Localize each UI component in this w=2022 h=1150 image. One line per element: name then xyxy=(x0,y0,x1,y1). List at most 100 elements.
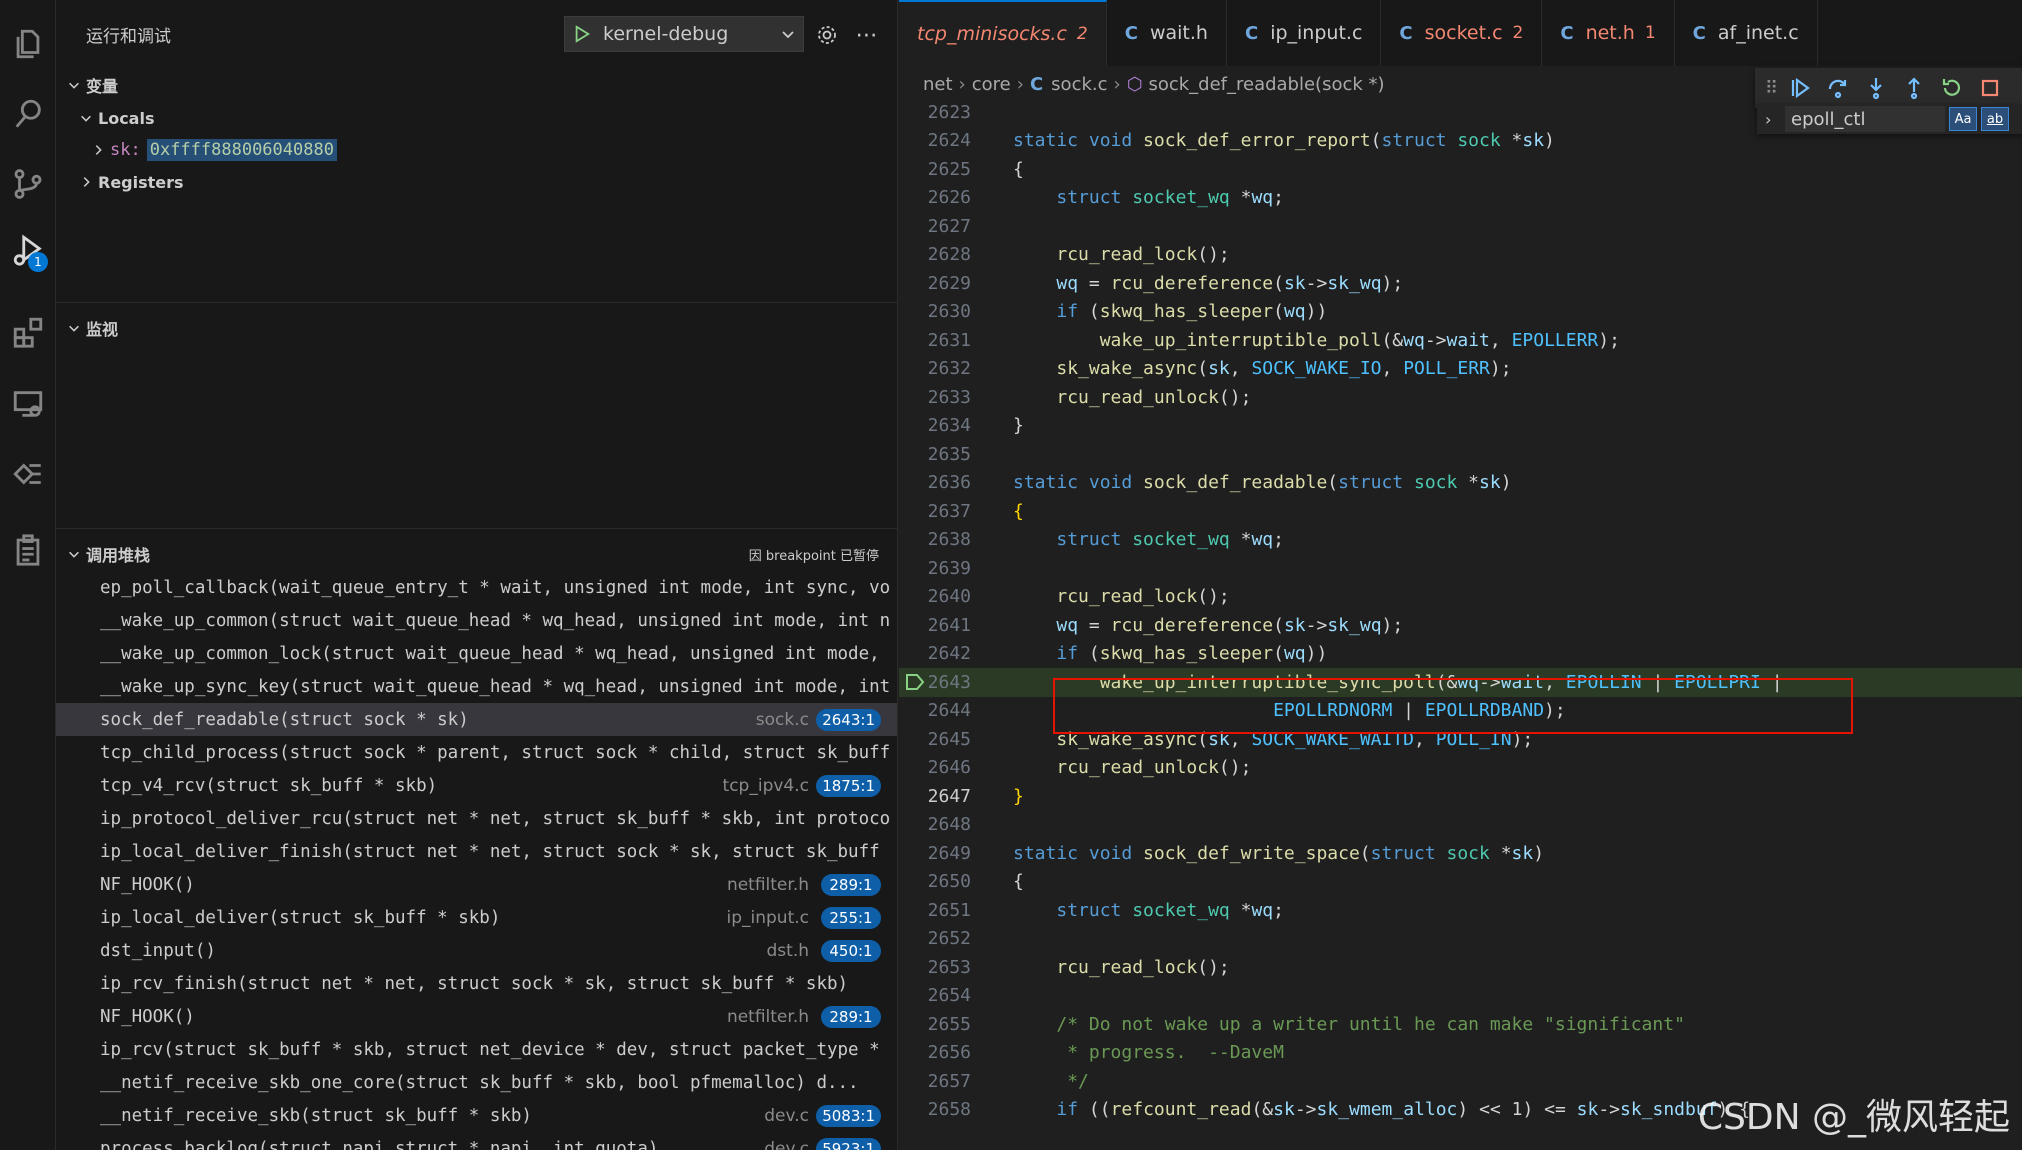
code-token: ); xyxy=(1544,700,1566,722)
code-token: wq xyxy=(1056,614,1089,636)
code-line: 2642 if (skwq_has_sleeper(wq)) xyxy=(899,640,2022,669)
c-file-icon: C xyxy=(1124,22,1138,44)
step-out-button[interactable] xyxy=(1895,69,1933,107)
continue-button[interactable] xyxy=(1781,69,1819,107)
stack-frame[interactable]: NF_HOOK() netfilter.h 289:1 xyxy=(56,868,897,901)
locals-scope[interactable]: Locals xyxy=(56,102,897,134)
remote-explorer-icon[interactable] xyxy=(6,382,50,426)
chevron-right-icon xyxy=(86,138,110,162)
editor-tab[interactable]: tcp_minisocks.c 2 xyxy=(899,0,1107,66)
stack-frame[interactable]: ip_rcv(struct sk_buff * skb, struct net_… xyxy=(56,1033,897,1066)
code-line: 2636 static void sock_def_readable(struct… xyxy=(899,469,2022,498)
code-source: static void sock_def_error_report(struct… xyxy=(1013,130,1555,151)
code-line: 2643 wake_up_interruptible_sync_poll(&wq… xyxy=(899,668,2022,697)
registers-scope[interactable]: Registers xyxy=(56,166,897,198)
tab-problem-count: 2 xyxy=(1512,23,1524,43)
stack-frame[interactable]: __wake_up_common_lock(struct wait_queue_… xyxy=(56,637,897,670)
stack-frame[interactable]: tcp_v4_rcv(struct sk_buff * skb) tcp_ipv4… xyxy=(56,769,897,802)
debug-config-select[interactable]: kernel-debug xyxy=(564,16,804,52)
editor-tab[interactable]: Cip_input.c xyxy=(1227,0,1382,66)
stack-frame[interactable]: process_backlog(struct napi_struct * nap… xyxy=(56,1132,897,1150)
chevron-down-icon[interactable] xyxy=(773,17,803,51)
code-token: rcu_dereference xyxy=(1110,614,1274,636)
run-debug-icon[interactable]: 1 xyxy=(6,228,50,272)
code-token: sk xyxy=(1522,130,1545,152)
code-token: refcount_read xyxy=(1110,1099,1252,1121)
code-token: rcu_read_lock xyxy=(1056,956,1198,978)
variables-section-header[interactable]: 变量 xyxy=(56,68,897,102)
code-token: ( xyxy=(1370,130,1382,152)
line-number: 2625 xyxy=(927,158,971,180)
step-into-button[interactable] xyxy=(1857,69,1895,107)
more-actions-icon[interactable]: ⋯ xyxy=(852,20,882,50)
line-number: 2635 xyxy=(927,443,971,465)
breadcrumb-symbol[interactable]: sock_def_readable(sock *) xyxy=(1148,74,1384,95)
stack-frame[interactable]: dst_input() dst.h 450:1 xyxy=(56,934,897,967)
stack-frame[interactable]: __netif_receive_skb_one_core(struct sk_b… xyxy=(56,1066,897,1099)
stack-frame[interactable]: sock_def_readable(struct sock * sk) sock.… xyxy=(56,703,897,736)
code-token: sk_wmem_alloc xyxy=(1316,1099,1458,1121)
code-line: 2638 struct socket_wq *wq; xyxy=(899,526,2022,555)
drag-handle-icon[interactable]: ⠿ xyxy=(1765,78,1781,99)
code-token: ); xyxy=(1381,272,1404,294)
line-number: 2638 xyxy=(927,529,971,551)
chevron-down-icon xyxy=(74,106,98,130)
code-token: * xyxy=(1511,130,1523,152)
source-control-icon[interactable] xyxy=(6,162,50,206)
code-source: wq = rcu_dereference(sk->sk_wq); xyxy=(1013,615,1403,636)
stack-frame[interactable]: ip_protocol_deliver_rcu(struct net * net… xyxy=(56,802,897,835)
stack-frame-line-badge: 2643:1 xyxy=(816,709,881,731)
stack-frame[interactable]: ip_rcv_finish(struct net * net, struct s… xyxy=(56,967,897,1000)
stack-frame[interactable]: ep_poll_callback(wait_queue_entry_t * wa… xyxy=(56,571,897,604)
editor-tab[interactable]: Cwait.h xyxy=(1107,0,1227,66)
stack-frame-line-badge: 1875:1 xyxy=(816,775,881,797)
stack-frame[interactable]: __wake_up_sync_key(struct wait_queue_hea… xyxy=(56,670,897,703)
stack-frame[interactable]: ip_local_deliver_finish(struct net * net… xyxy=(56,835,897,868)
stack-frame[interactable]: ip_local_deliver(struct sk_buff * skb) ip… xyxy=(56,901,897,934)
stack-frame[interactable]: __netif_receive_skb(struct sk_buff * skb… xyxy=(56,1099,897,1132)
code-token: 1 xyxy=(1511,1099,1523,1121)
start-debug-button[interactable] xyxy=(565,17,599,51)
code-view[interactable]: 2623 2624 static void sock_def_error_repor… xyxy=(899,98,2022,1124)
breadcrumb-net[interactable]: net xyxy=(923,74,953,95)
editor-tab[interactable]: Csocket.c 2 xyxy=(1381,0,1543,66)
stop-button[interactable] xyxy=(1971,69,2009,107)
find-input[interactable] xyxy=(1785,106,1945,132)
code-source: rcu_read_lock(); xyxy=(1013,244,1229,265)
stack-frame-function: process_backlog(struct napi_struct * nap… xyxy=(100,1138,659,1150)
step-over-button[interactable] xyxy=(1819,69,1857,107)
activity-bar: 1 xyxy=(0,0,56,1150)
variable-sk[interactable]: sk: 0xffff888006040880 xyxy=(56,134,897,166)
chevron-right-icon[interactable]: › xyxy=(1765,110,1771,129)
match-word-toggle[interactable]: ab xyxy=(1981,107,2009,131)
code-token: ) xyxy=(1533,842,1545,864)
code-token: sk xyxy=(1208,358,1230,380)
testing-icon[interactable] xyxy=(6,452,50,496)
code-line: 2655 /* Do not wake up a writer until he… xyxy=(899,1010,2022,1039)
match-case-toggle[interactable]: Aa xyxy=(1949,107,1977,131)
editor-tab[interactable]: Caf_inet.c xyxy=(1675,0,1818,66)
extensions-icon[interactable] xyxy=(6,310,50,354)
restart-button[interactable] xyxy=(1933,69,1971,107)
stack-frame[interactable]: tcp_child_process(struct sock * parent, … xyxy=(56,736,897,769)
watch-section-header[interactable]: 监视 xyxy=(56,311,897,345)
editor-tab[interactable]: Cnet.h 1 xyxy=(1542,0,1675,66)
stack-frame[interactable]: NF_HOOK() netfilter.h 289:1 xyxy=(56,1000,897,1033)
breadcrumb-core[interactable]: core xyxy=(972,74,1011,95)
search-icon[interactable] xyxy=(6,92,50,136)
line-number: 2630 xyxy=(927,301,971,323)
breadcrumb-file[interactable]: sock.c xyxy=(1051,74,1107,95)
callstack-section-header[interactable]: 调用堆栈 因 breakpoint 已暂停 xyxy=(56,537,897,571)
code-source: wake_up_interruptible_sync_poll(&wq->wai… xyxy=(1013,672,1783,693)
line-number: 2624 xyxy=(927,130,971,152)
clipboard-icon[interactable] xyxy=(6,528,50,572)
explorer-icon[interactable] xyxy=(6,22,50,66)
code-token: ); xyxy=(1598,329,1620,351)
code-token: rcu_dereference xyxy=(1110,272,1274,294)
gear-icon[interactable] xyxy=(812,20,842,50)
stack-frame[interactable]: __wake_up_common(struct wait_queue_head … xyxy=(56,604,897,637)
line-number: 2652 xyxy=(927,928,971,950)
line-number: 2623 xyxy=(927,101,971,123)
